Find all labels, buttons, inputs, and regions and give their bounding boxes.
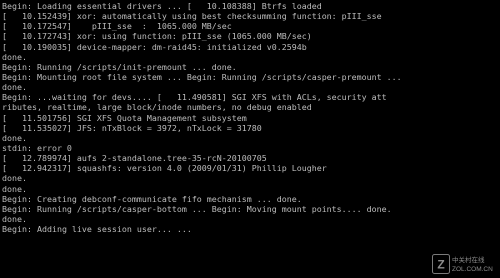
console-line: Begin: Loading essential drivers ... [ 1… xyxy=(2,1,322,11)
console-line: [ 10.152439] xor: automatically using be… xyxy=(2,11,382,22)
console-line: [ 11.535027] JFS: nTxBlock = 3972, nTxLo… xyxy=(2,122,262,133)
console-line: [ 12.942317] squashfs: version 4.0 (2009… xyxy=(2,163,327,174)
console-line: ributes, realtime, large block/inode num… xyxy=(2,102,312,113)
console-line: stdin: error 0 xyxy=(2,142,72,153)
console-line: done. xyxy=(2,183,27,194)
console-line: done. xyxy=(2,213,27,224)
watermark-caption: 中关村在线 xyxy=(452,255,485,264)
logo-letter: Z xyxy=(437,258,444,272)
console-line: [ 11.501756] SGI XFS Quota Management su… xyxy=(2,112,247,123)
console-line: Begin: ...waiting for devs.... [ 11.4905… xyxy=(2,92,387,103)
console-line: [ 10.172743] xor: using function: pIII_s… xyxy=(2,31,312,42)
console-line: Begin: Running /scripts/init-premount ..… xyxy=(2,61,237,72)
console-line: done. xyxy=(2,173,27,184)
zol-logo-icon: Z 中关村在线 ZOL.COM.CN xyxy=(432,254,493,274)
console-line: Begin: Mounting root file system ... Beg… xyxy=(2,71,402,82)
console-line: Begin: Creating debconf-communicate fifo… xyxy=(2,193,302,204)
watermark-url: ZOL.COM.CN xyxy=(452,266,493,273)
console-line: done. xyxy=(2,51,27,62)
console-line: Begin: Adding live session user... ... xyxy=(2,224,192,235)
console-line: done. xyxy=(2,82,27,93)
console-line: [ 10.190035] device-mapper: dm-raid45: i… xyxy=(2,41,307,52)
zol-watermark: Z 中关村在线 ZOL.COM.CN xyxy=(432,253,496,275)
console-line: Begin: Running /scripts/casper-bottom ..… xyxy=(2,203,392,214)
console-line: done. xyxy=(2,132,27,143)
console-line: [ 12.789974] aufs 2-standalone.tree-35-r… xyxy=(2,153,267,164)
console-line: [ 10.172547] pIII_sse : 1065.000 MB/sec xyxy=(2,21,232,32)
boot-console-output: Begin: Loading essential drivers ... [ 1… xyxy=(2,1,498,277)
